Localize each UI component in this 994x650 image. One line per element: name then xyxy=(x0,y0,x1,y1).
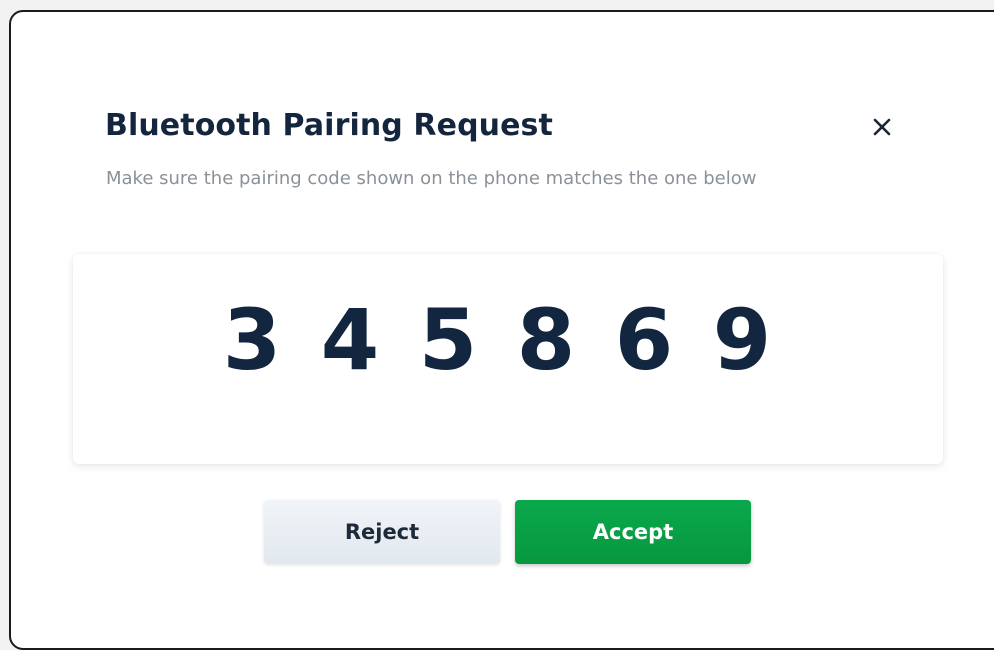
pairing-code: 345869 xyxy=(0,290,994,390)
pairing-code-digit: 6 xyxy=(614,291,674,389)
close-icon xyxy=(873,118,891,136)
reject-button-label: Reject xyxy=(344,520,420,544)
pairing-code-digit: 3 xyxy=(222,291,282,389)
pairing-code-digit: 4 xyxy=(320,291,380,389)
pairing-code-digit: 5 xyxy=(418,291,478,389)
pairing-code-digit: 9 xyxy=(712,291,772,389)
dialog-title: Bluetooth Pairing Request xyxy=(105,108,553,143)
dialog-subtitle: Make sure the pairing code shown on the … xyxy=(106,168,757,189)
accept-button[interactable]: Accept xyxy=(515,500,751,564)
reject-button[interactable]: Reject xyxy=(264,500,500,564)
close-button[interactable] xyxy=(858,104,906,150)
pairing-code-digit: 8 xyxy=(516,291,576,389)
accept-button-label: Accept xyxy=(592,520,674,544)
